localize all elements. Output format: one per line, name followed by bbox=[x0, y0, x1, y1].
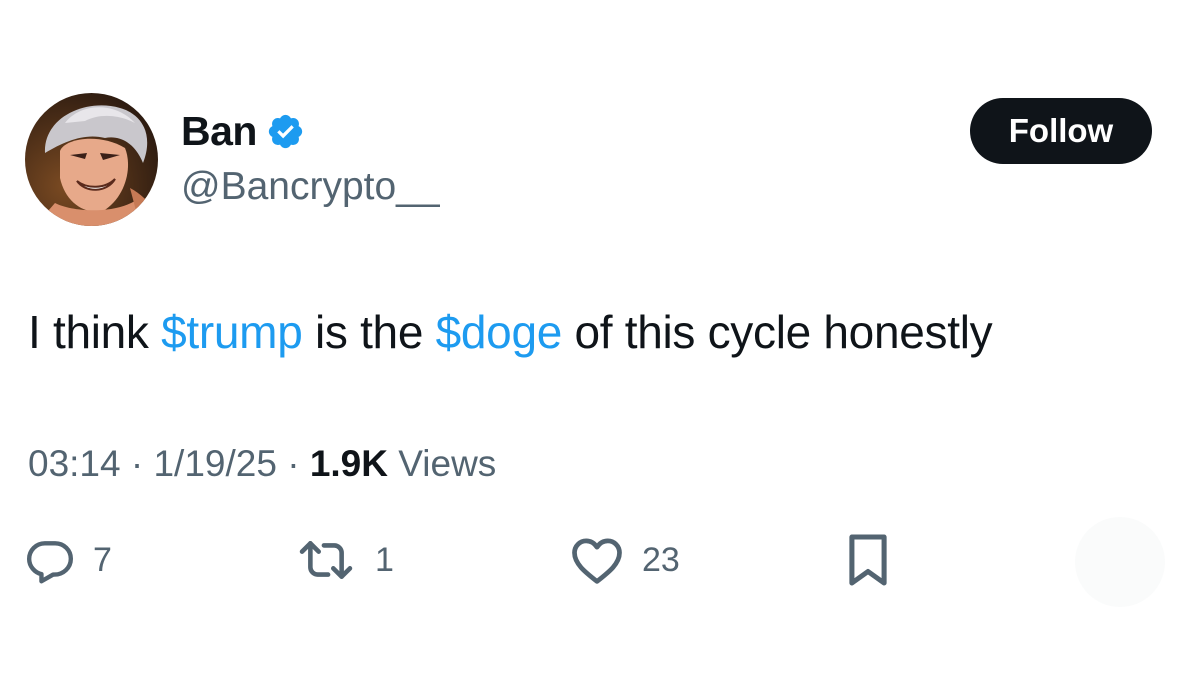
like-icon bbox=[572, 538, 622, 584]
tweet-meta: 03:14 · 1/19/25 · 1.9K Views bbox=[28, 441, 496, 487]
retweet-button[interactable]: 1 bbox=[295, 532, 394, 588]
reply-count: 7 bbox=[93, 541, 112, 579]
tweet-text-segment: I think bbox=[28, 306, 162, 358]
views-label: Views bbox=[387, 443, 497, 484]
tweet-time[interactable]: 03:14 bbox=[28, 443, 121, 484]
like-button[interactable]: 23 bbox=[570, 532, 680, 588]
tweet-date[interactable]: 1/19/25 bbox=[153, 443, 276, 484]
meta-separator: · bbox=[120, 443, 154, 484]
share-button-ghost[interactable] bbox=[1075, 517, 1165, 607]
bookmark-icon bbox=[849, 534, 887, 586]
like-count: 23 bbox=[642, 541, 680, 579]
follow-button[interactable]: Follow bbox=[970, 98, 1152, 164]
author-handle[interactable]: @Bancrypto__ bbox=[181, 164, 440, 210]
avatar[interactable] bbox=[25, 93, 158, 226]
meta-separator: · bbox=[276, 443, 310, 484]
reply-icon bbox=[26, 541, 74, 584]
author-name[interactable]: Ban bbox=[181, 108, 305, 154]
tweet-text: I think $trump is the $doge of this cycl… bbox=[28, 304, 993, 360]
reply-button[interactable]: 7 bbox=[25, 532, 112, 588]
tweet-text-segment: is the bbox=[302, 306, 436, 358]
cashtag-link[interactable]: $trump bbox=[161, 306, 303, 358]
tweet-card: Ban @Bancrypto__ Follow I think $trump i… bbox=[0, 0, 1200, 675]
retweet-icon bbox=[299, 541, 353, 579]
views-count: 1.9K bbox=[309, 443, 388, 484]
verified-badge-icon bbox=[268, 114, 303, 148]
author-display-name[interactable]: Ban bbox=[181, 108, 257, 154]
avatar-image bbox=[25, 93, 158, 226]
cashtag-link[interactable]: $doge bbox=[436, 306, 563, 358]
bookmark-button[interactable] bbox=[845, 532, 891, 588]
retweet-count: 1 bbox=[375, 541, 394, 579]
tweet-text-segment: of this cycle honestly bbox=[562, 306, 993, 358]
